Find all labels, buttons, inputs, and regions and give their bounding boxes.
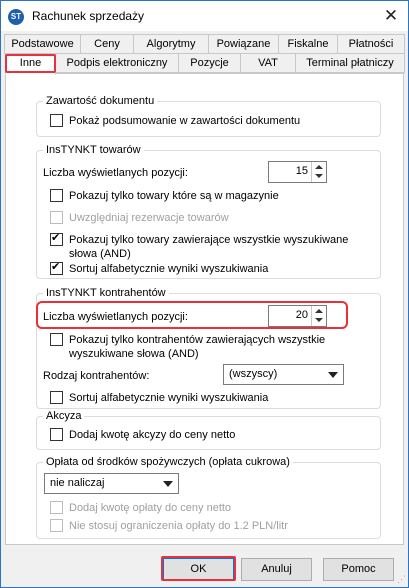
arrow-up-icon[interactable] xyxy=(315,165,323,169)
group-akcyza: Akcyza Dodaj kwotę akcyzy do ceny netto xyxy=(36,409,381,450)
tab-powiazane[interactable]: Powiązane xyxy=(208,34,279,54)
app-logo-icon: ST xyxy=(8,9,24,25)
sugar-fee-value: nie naliczaj xyxy=(50,477,105,489)
chevron-down-icon xyxy=(328,372,338,378)
add-excise-label: Dodaj kwotę akcyzy do ceny netto xyxy=(69,429,236,441)
help-button[interactable]: Pomoc xyxy=(323,558,394,581)
reservations-checkbox[interactable] xyxy=(50,211,63,224)
group-zawartosc-dokumentu: Zawartość dokumentu Pokaż podsumowanie w… xyxy=(36,94,381,137)
tab-pozycje[interactable]: Pozycje xyxy=(178,53,241,73)
only-in-stock-checkbox[interactable] xyxy=(50,189,63,202)
arrow-down-icon[interactable] xyxy=(315,318,323,322)
ok-button[interactable]: OK xyxy=(163,558,234,581)
group-title: Opłata od środków spożywczych (opłata cu… xyxy=(43,455,293,469)
no-limit-label: Nie stosuj ograniczenia opłaty do 1.2 PL… xyxy=(69,520,288,532)
tab-platnosci[interactable]: Płatności xyxy=(337,34,405,54)
contractors-sort-alpha-checkbox[interactable] xyxy=(50,391,63,404)
contractor-type-value: (wszyscy) xyxy=(229,368,278,380)
group-instynkt-kontrahentow: InsTYNKT kontrahentów Liczba wyświetlany… xyxy=(36,286,381,409)
contractors-all-words-checkbox[interactable] xyxy=(50,333,63,346)
title-bar: ST Rachunek sprzedaży ✕ xyxy=(1,1,408,31)
products-count-stepper[interactable]: 15 xyxy=(268,161,327,183)
add-fee-checkbox[interactable] xyxy=(50,501,63,514)
show-summary-label: Pokaż podsumowanie w zawartości dokument… xyxy=(69,115,301,127)
chevron-down-icon xyxy=(163,481,173,487)
window-title: Rachunek sprzedaży xyxy=(32,9,145,23)
group-instynkt-towarow: InsTYNKT towarów Liczba wyświetlanych po… xyxy=(36,143,381,279)
contractor-type-label: Rodzaj kontrahentów: xyxy=(43,370,150,382)
contractor-type-select[interactable]: (wszyscy) xyxy=(223,364,344,385)
products-all-words-label: Pokazuj tylko towary zawierające wszystk… xyxy=(69,234,349,260)
arrow-up-icon[interactable] xyxy=(315,309,323,313)
tab-fiskalne[interactable]: Fiskalne xyxy=(278,34,338,54)
no-limit-checkbox[interactable] xyxy=(50,519,63,532)
products-sort-alpha-label: Sortuj alfabetycznie wyniki wyszukiwania xyxy=(69,263,269,275)
stepper-arrows[interactable] xyxy=(311,162,326,182)
only-in-stock-label: Pokazuj tylko towary które są w magazyni… xyxy=(69,190,279,202)
group-title: InsTYNKT towarów xyxy=(43,143,144,157)
tab-podpis-elektroniczny[interactable]: Podpis elektroniczny xyxy=(55,53,179,73)
resize-grip-icon[interactable]: ⋰ xyxy=(397,575,407,587)
dialog-window: ST Rachunek sprzedaży ✕ Podstawowe Ceny … xyxy=(0,0,409,588)
add-excise-checkbox[interactable] xyxy=(50,428,63,441)
group-title: Akcyza xyxy=(43,409,85,423)
products-sort-alpha-checkbox[interactable] xyxy=(50,260,63,275)
group-oplata-cukrowa: Opłata od środków spożywczych (opłata cu… xyxy=(36,455,381,539)
tab-ceny[interactable]: Ceny xyxy=(80,34,134,54)
show-summary-checkbox[interactable] xyxy=(50,114,63,127)
cancel-button[interactable]: Anuluj xyxy=(241,558,312,581)
contractors-count-stepper[interactable]: 20 xyxy=(268,305,327,327)
tab-podstawowe[interactable]: Podstawowe xyxy=(4,34,81,54)
products-count-label: Liczba wyświetlanych pozycji: xyxy=(43,167,188,179)
sugar-fee-select[interactable]: nie naliczaj xyxy=(44,473,179,494)
contractors-sort-alpha-label: Sortuj alfabetycznie wyniki wyszukiwania xyxy=(69,392,269,404)
stepper-arrows[interactable] xyxy=(311,306,326,326)
tab-vat[interactable]: VAT xyxy=(240,53,296,73)
close-button[interactable]: ✕ xyxy=(374,1,408,31)
reservations-label: Uwzględniaj rezerwacje towarów xyxy=(69,212,229,224)
contractors-count-value: 20 xyxy=(295,309,308,321)
tab-terminal-platniczy[interactable]: Terminal płatniczy xyxy=(295,53,405,73)
arrow-down-icon[interactable] xyxy=(315,174,323,178)
group-title: Zawartość dokumentu xyxy=(43,94,158,108)
contractors-count-label: Liczba wyświetlanych pozycji: xyxy=(43,311,188,323)
products-count-value: 15 xyxy=(295,165,308,177)
group-title: InsTYNKT kontrahentów xyxy=(43,286,169,300)
tab-algorytmy[interactable]: Algorytmy xyxy=(133,34,209,54)
tab-inne[interactable]: Inne xyxy=(5,53,56,75)
products-all-words-checkbox[interactable] xyxy=(50,231,63,246)
add-fee-label: Dodaj kwotę opłaty do ceny netto xyxy=(69,502,232,514)
contractors-all-words-label: Pokazuj tylko kontrahentów zawierających… xyxy=(69,334,326,360)
tab-content-panel: Zawartość dokumentu Pokaż podsumowanie w… xyxy=(5,73,404,545)
